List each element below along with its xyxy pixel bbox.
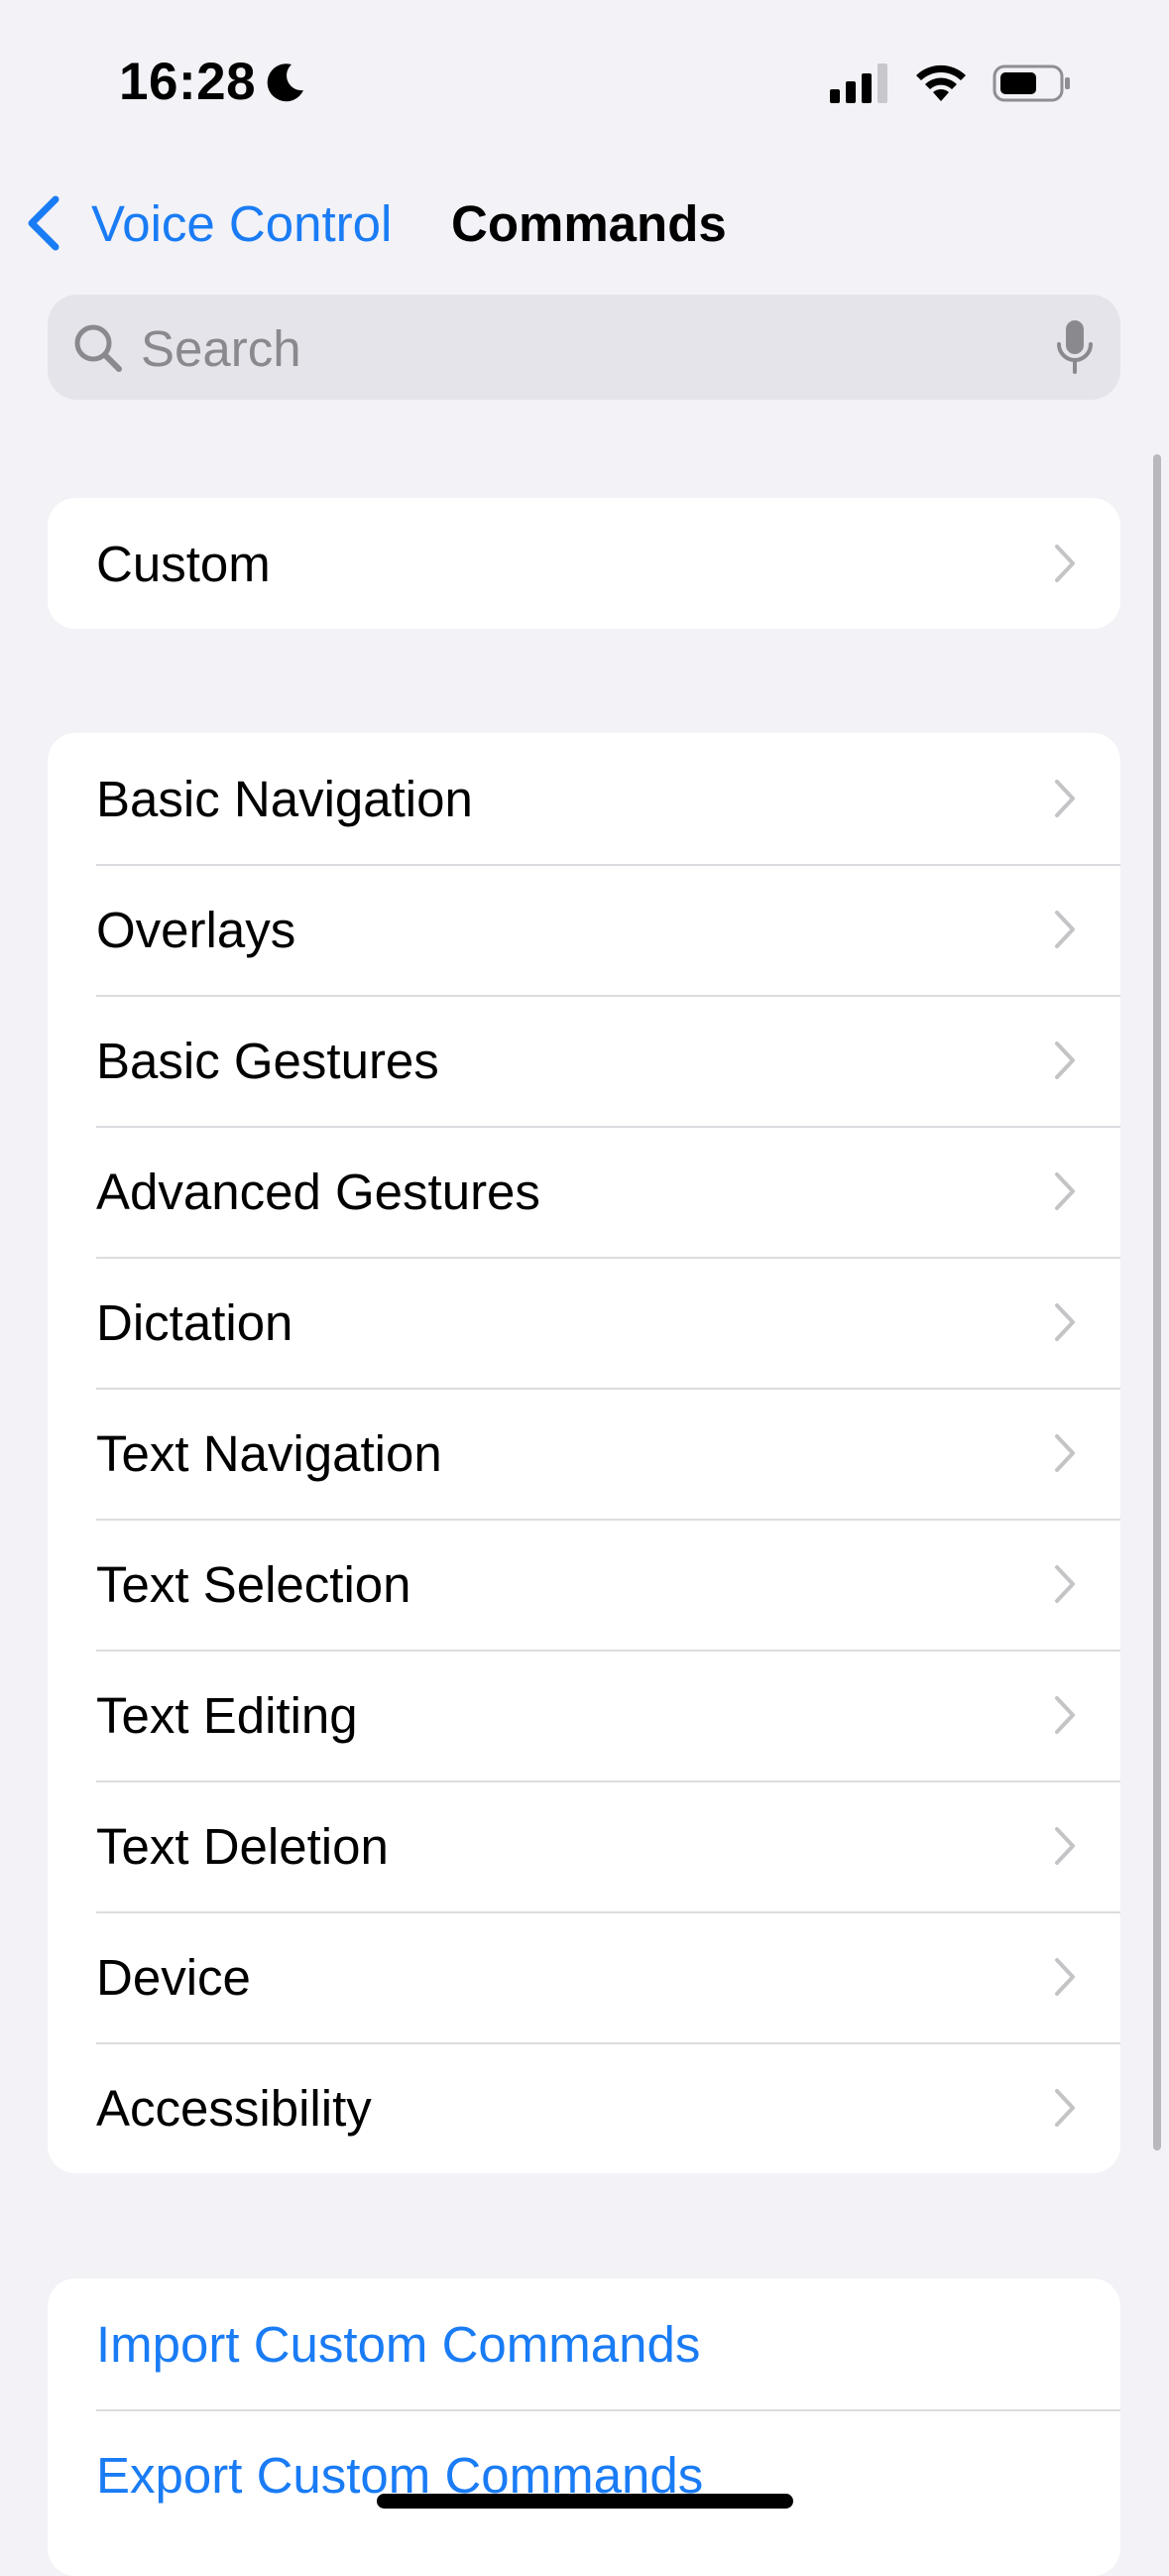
list-item-label: Overlays	[96, 901, 296, 958]
navigation-bar: Voice Control Commands	[0, 179, 1169, 268]
moon-icon	[267, 62, 304, 101]
wifi-icon	[916, 64, 966, 101]
clock-text: 16:28	[119, 53, 257, 111]
chevron-right-icon	[1055, 1434, 1075, 1472]
list-item-label: Dictation	[96, 1293, 293, 1351]
search-icon	[74, 324, 122, 372]
list-item-dictation[interactable]: Dictation	[48, 1257, 1120, 1388]
list-item-basic-gestures[interactable]: Basic Gestures	[48, 995, 1120, 1126]
list-item-custom[interactable]: Custom	[48, 498, 1120, 629]
list-item-text-editing[interactable]: Text Editing	[48, 1650, 1120, 1780]
list-item-advanced-gestures[interactable]: Advanced Gestures	[48, 1126, 1120, 1257]
status-time: 16:28	[119, 52, 307, 112]
back-button-label: Voice Control	[91, 194, 393, 252]
list-item-label: Basic Gestures	[96, 1032, 439, 1089]
custom-commands-actions-group: Import Custom Commands Export Custom Com…	[48, 2278, 1120, 2576]
chevron-left-icon	[28, 195, 59, 251]
search-bar[interactable]	[48, 295, 1120, 402]
list-item-text-navigation[interactable]: Text Navigation	[48, 1388, 1120, 1519]
chevron-right-icon	[1055, 1303, 1075, 1341]
chevron-right-icon	[1055, 1696, 1075, 1734]
list-item-label: Text Deletion	[96, 1817, 389, 1875]
chevron-right-icon	[1055, 780, 1075, 817]
list-item-accessibility[interactable]: Accessibility	[48, 2042, 1120, 2173]
status-bar: 16:28	[0, 0, 1169, 149]
chevron-right-icon	[1055, 911, 1075, 948]
chevron-right-icon	[1055, 2089, 1075, 2127]
import-custom-commands-button[interactable]: Import Custom Commands	[48, 2278, 1120, 2409]
list-item-text-deletion[interactable]: Text Deletion	[48, 1780, 1120, 1911]
list-item-basic-navigation[interactable]: Basic Navigation	[48, 733, 1120, 864]
chevron-right-icon	[1055, 545, 1075, 582]
command-categories-group: Basic Navigation Overlays Basic Gestures…	[48, 733, 1120, 2173]
scrollbar[interactable]	[1153, 454, 1161, 2150]
list-item-label: Advanced Gestures	[96, 1163, 540, 1220]
cellular-signal-icon	[830, 63, 887, 103]
page-title: Commands	[451, 194, 727, 252]
home-indicator[interactable]	[377, 2494, 793, 2509]
chevron-right-icon	[1055, 1958, 1075, 1996]
microphone-icon[interactable]	[1055, 318, 1095, 378]
status-icons	[830, 63, 1072, 103]
custom-group: Custom	[48, 498, 1120, 629]
chevron-right-icon	[1055, 1565, 1075, 1603]
search-input[interactable]	[139, 295, 1035, 402]
chevron-right-icon	[1055, 1172, 1075, 1210]
back-button[interactable]: Voice Control	[24, 179, 392, 268]
list-item-overlays[interactable]: Overlays	[48, 864, 1120, 995]
list-item-label: Text Selection	[96, 1555, 411, 1613]
battery-icon	[993, 64, 1070, 102]
chevron-right-icon	[1055, 1042, 1075, 1079]
list-item-label: Text Editing	[96, 1686, 358, 1744]
list-item-label: Accessibility	[96, 2079, 372, 2137]
import-custom-commands-label: Import Custom Commands	[96, 2315, 701, 2373]
list-item-label: Custom	[96, 535, 271, 592]
list-item-label: Basic Navigation	[96, 770, 473, 827]
list-item-text-selection[interactable]: Text Selection	[48, 1519, 1120, 1650]
export-custom-commands-button[interactable]: Export Custom Commands	[48, 2409, 1120, 2540]
chevron-right-icon	[1055, 1827, 1075, 1865]
list-item-label: Text Navigation	[96, 1424, 442, 1482]
list-item-label: Device	[96, 1948, 251, 2006]
list-item-device[interactable]: Device	[48, 1911, 1120, 2042]
